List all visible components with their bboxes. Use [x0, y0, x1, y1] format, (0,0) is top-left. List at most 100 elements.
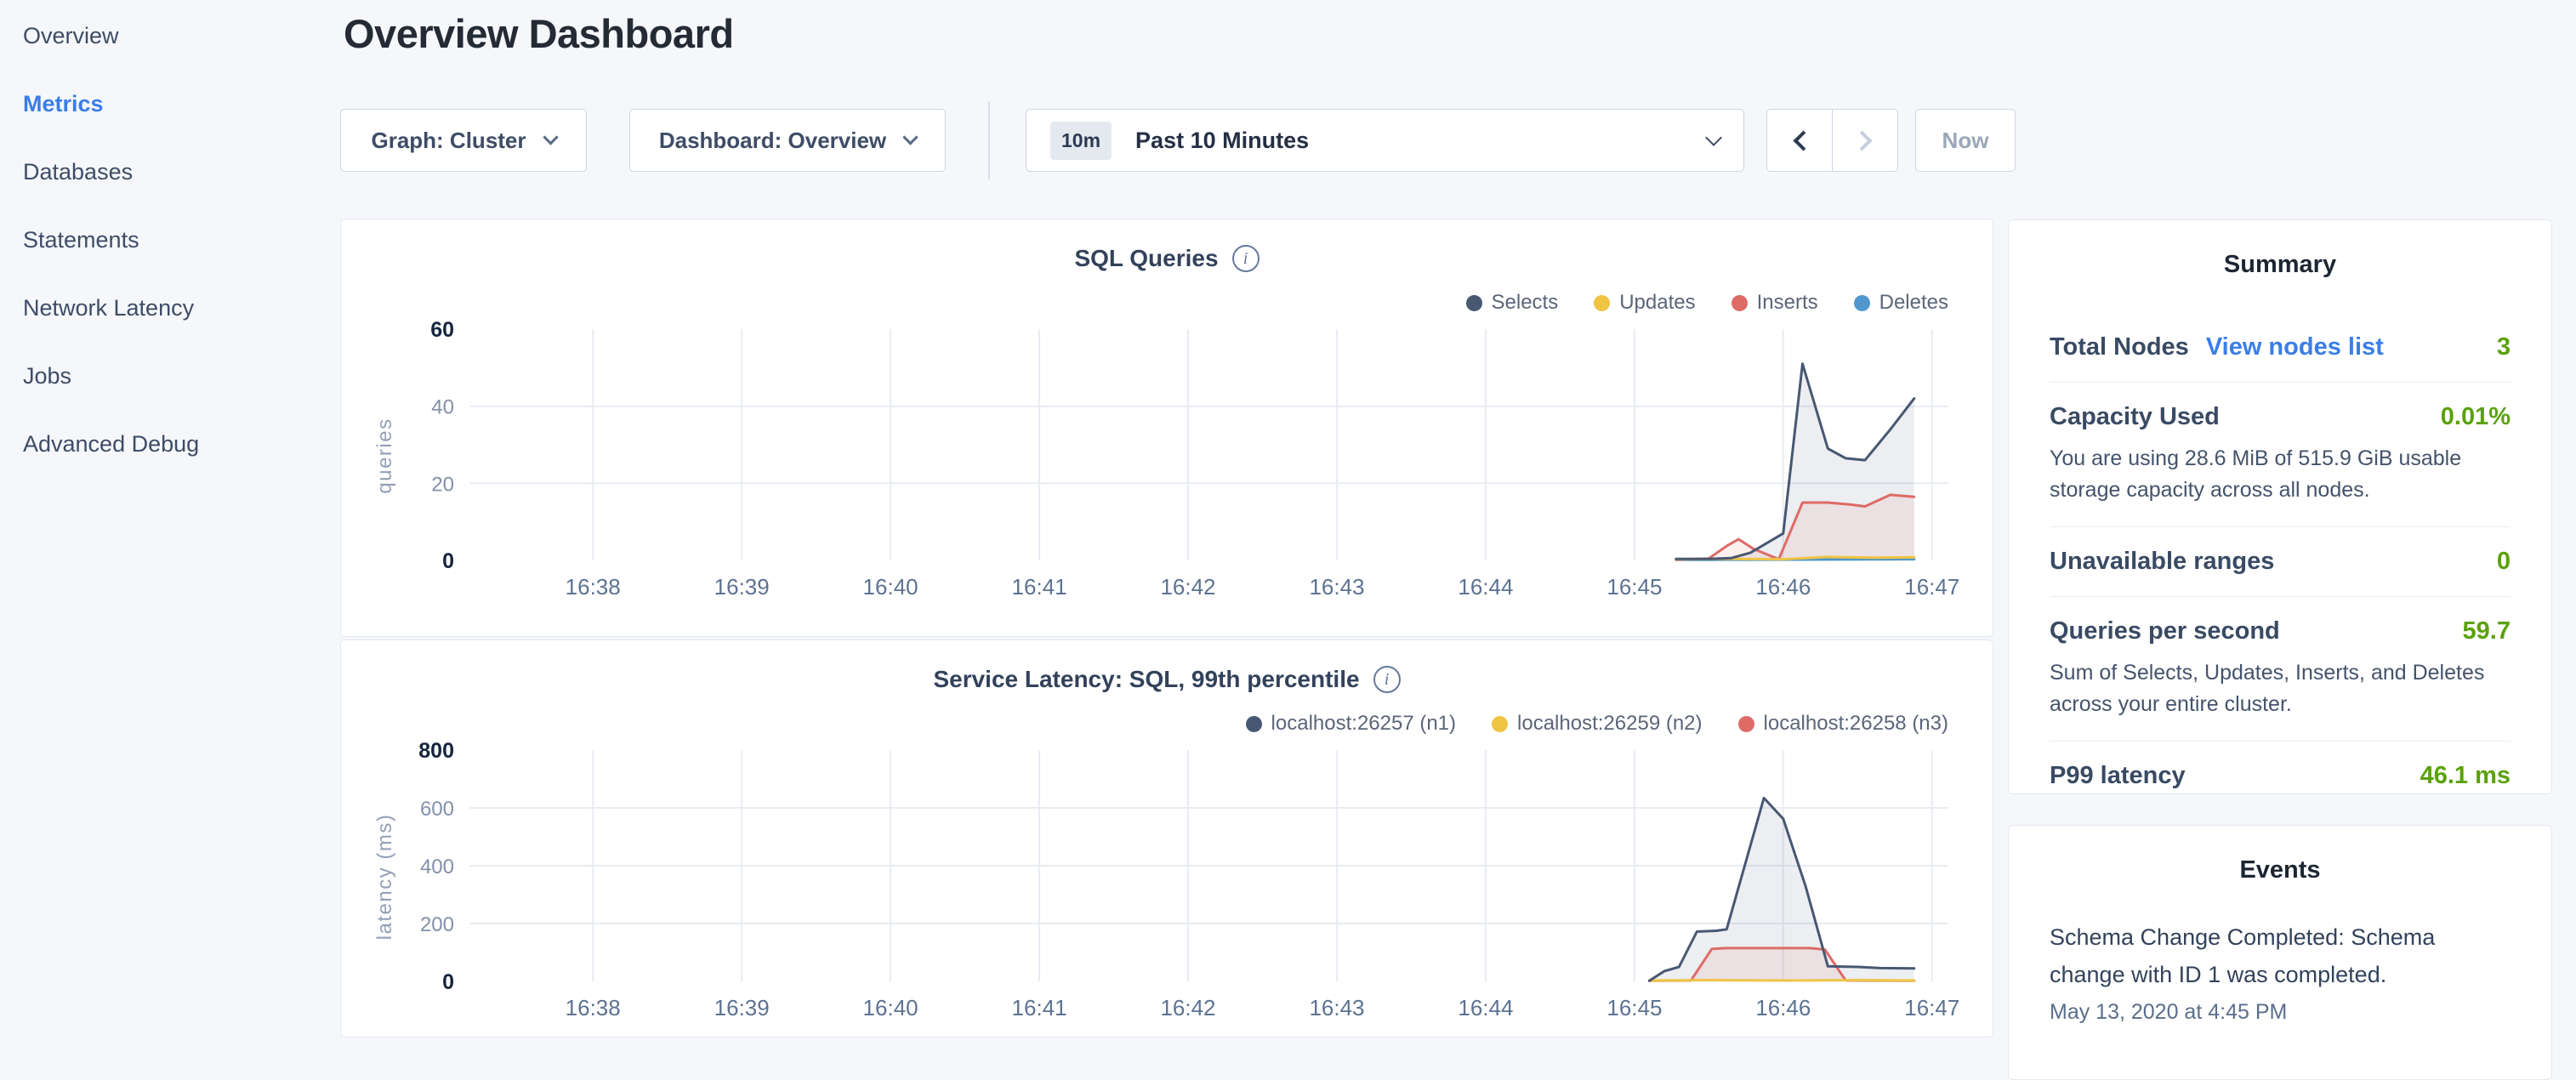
view-nodes-list-link[interactable]: View nodes list — [2206, 333, 2384, 361]
svg-text:16:40: 16:40 — [863, 995, 918, 1020]
dashboard-dropdown-label: Dashboard: Overview — [659, 128, 886, 154]
legend-item[interactable]: localhost:26258 (n3) — [1738, 712, 1948, 736]
svg-text:0: 0 — [442, 970, 454, 994]
toolbar-divider — [988, 101, 990, 179]
summary-label: Capacity Used — [2050, 403, 2220, 431]
legend-dot-icon — [1466, 295, 1482, 311]
sidebar-item-metrics[interactable]: Metrics — [23, 70, 340, 138]
legend-dot-icon — [1246, 716, 1262, 732]
sidebar-item-databases[interactable]: Databases — [23, 138, 340, 206]
svg-text:0: 0 — [442, 549, 454, 573]
svg-text:16:45: 16:45 — [1606, 995, 1662, 1020]
svg-text:16:39: 16:39 — [714, 995, 770, 1020]
events-panel: Events Schema Change Completed: Schema c… — [2008, 825, 2552, 1080]
svg-text:16:41: 16:41 — [1012, 995, 1067, 1020]
svg-text:16:42: 16:42 — [1160, 574, 1215, 600]
now-button[interactable]: Now — [1915, 109, 2016, 172]
sidebar-item-jobs[interactable]: Jobs — [23, 342, 340, 410]
time-range-label: Past 10 Minutes — [1135, 128, 1309, 154]
legend-item[interactable]: Updates — [1594, 291, 1695, 315]
summary-row-p99-latency: P99 latency 46.1 ms — [2050, 741, 2511, 810]
summary-row-unavailable-ranges: Unavailable ranges 0 — [2050, 526, 2511, 596]
summary-description: Sum of Selects, Updates, Inserts, and De… — [2050, 657, 2511, 720]
svg-text:16:45: 16:45 — [1606, 574, 1662, 600]
svg-text:40: 40 — [431, 396, 454, 419]
svg-text:600: 600 — [420, 798, 454, 821]
summary-value: 3 — [2497, 333, 2511, 361]
chart-canvas: 16:38 16:39 16:40 16:41 16:42 16:43 16:44 16:45… — [341, 315, 1993, 615]
svg-text:16:44: 16:44 — [1458, 574, 1513, 600]
dashboard-dropdown[interactable]: Dashboard: Overview — [629, 109, 946, 172]
svg-text:200: 200 — [420, 913, 454, 936]
svg-text:16:46: 16:46 — [1755, 574, 1811, 600]
time-range-dropdown[interactable]: 10m Past 10 Minutes — [1026, 109, 1744, 172]
legend-item[interactable]: Deletes — [1854, 291, 1948, 315]
sidebar-item-advanced-debug[interactable]: Advanced Debug — [23, 410, 340, 478]
chart-legend: localhost:26257 (n1) localhost:26259 (n2)… — [1246, 712, 1948, 736]
legend-dot-icon — [1594, 295, 1610, 311]
summary-label: Unavailable ranges — [2050, 548, 2274, 576]
svg-text:16:43: 16:43 — [1309, 574, 1364, 600]
legend-item[interactable]: localhost:26257 (n1) — [1246, 712, 1456, 736]
svg-text:16:41: 16:41 — [1012, 574, 1067, 600]
sidebar-item-network-latency[interactable]: Network Latency — [23, 274, 340, 342]
sql-queries-chart-card: SQL Queries i Selects Updates Inserts Delet… — [340, 219, 1993, 637]
time-range-badge: 10m — [1050, 122, 1112, 160]
summary-description: You are using 28.6 MiB of 515.9 GiB usab… — [2050, 443, 2511, 506]
graph-dropdown[interactable]: Graph: Cluster — [340, 109, 587, 172]
svg-text:16:47: 16:47 — [1904, 995, 1959, 1020]
chart-title: Service Latency: SQL, 99th percentile — [933, 666, 1359, 693]
svg-text:16:38: 16:38 — [566, 995, 621, 1020]
chevron-down-icon — [1705, 129, 1722, 146]
sidebar-item-overview[interactable]: Overview — [23, 2, 340, 70]
summary-label: Queries per second — [2050, 617, 2280, 645]
svg-text:400: 400 — [420, 855, 454, 878]
summary-row-queries-per-second: Queries per second 59.7 Sum of Selects, … — [2050, 596, 2511, 741]
events-title: Events — [2009, 826, 2551, 884]
svg-text:16:43: 16:43 — [1309, 995, 1364, 1020]
time-next-button[interactable] — [1832, 109, 1898, 172]
summary-label: Total Nodes — [2050, 333, 2189, 361]
svg-text:60: 60 — [430, 318, 454, 342]
sidebar: Overview Metrics Databases Statements Ne… — [0, 0, 340, 1051]
info-icon[interactable]: i — [1232, 245, 1260, 272]
chart-plot-area: latency (ms) 16:3816:3916:4016:4116:4216… — [341, 736, 1993, 1036]
svg-text:16:38: 16:38 — [566, 574, 621, 600]
event-item[interactable]: Schema Change Completed: Schema change w… — [2009, 884, 2551, 1025]
svg-text:16:44: 16:44 — [1458, 995, 1513, 1020]
legend-dot-icon — [1854, 295, 1870, 311]
summary-label: P99 latency — [2050, 762, 2186, 790]
svg-text:16:40: 16:40 — [863, 574, 918, 600]
event-text: Schema Change Completed: Schema change w… — [2050, 918, 2511, 993]
time-prev-button[interactable] — [1766, 109, 1833, 172]
legend-dot-icon — [1732, 295, 1748, 311]
legend-item[interactable]: Selects — [1466, 291, 1559, 315]
summary-row-capacity-used: Capacity Used 0.01% You are using 28.6 M… — [2050, 382, 2511, 526]
summary-panel: Summary Total Nodes View nodes list 3 Ca… — [2008, 219, 2552, 794]
legend-item[interactable]: Inserts — [1732, 291, 1818, 315]
svg-text:16:46: 16:46 — [1755, 995, 1811, 1020]
event-timestamp: May 13, 2020 at 4:45 PM — [2050, 1000, 2511, 1025]
info-icon[interactable]: i — [1373, 666, 1401, 693]
chart-title: SQL Queries — [1074, 245, 1218, 272]
chart-legend: Selects Updates Inserts Deletes — [1466, 291, 1949, 315]
chevron-left-icon — [1793, 130, 1813, 151]
time-pager — [1766, 109, 1898, 172]
summary-row-total-nodes: Total Nodes View nodes list 3 — [2050, 311, 2511, 382]
svg-text:16:42: 16:42 — [1160, 995, 1215, 1020]
summary-title: Summary — [2009, 220, 2551, 279]
legend-item[interactable]: localhost:26259 (n2) — [1492, 712, 1702, 736]
summary-value: 59.7 — [2463, 617, 2511, 645]
svg-text:800: 800 — [418, 739, 454, 763]
legend-dot-icon — [1738, 716, 1754, 732]
chart-canvas: 16:38 16:39 16:40 16:41 16:42 16:43 16:44 16:45… — [341, 736, 1993, 1036]
chevron-right-icon — [1851, 130, 1872, 151]
chevron-down-icon — [543, 129, 558, 145]
chevron-down-icon — [902, 129, 918, 145]
sidebar-item-statements[interactable]: Statements — [23, 206, 340, 274]
toolbar: Graph: Cluster Dashboard: Overview 10m P… — [340, 109, 2016, 172]
svg-text:20: 20 — [431, 473, 454, 496]
svg-text:16:39: 16:39 — [714, 574, 770, 600]
svg-text:16:47: 16:47 — [1904, 574, 1959, 600]
graph-dropdown-label: Graph: Cluster — [371, 128, 526, 154]
